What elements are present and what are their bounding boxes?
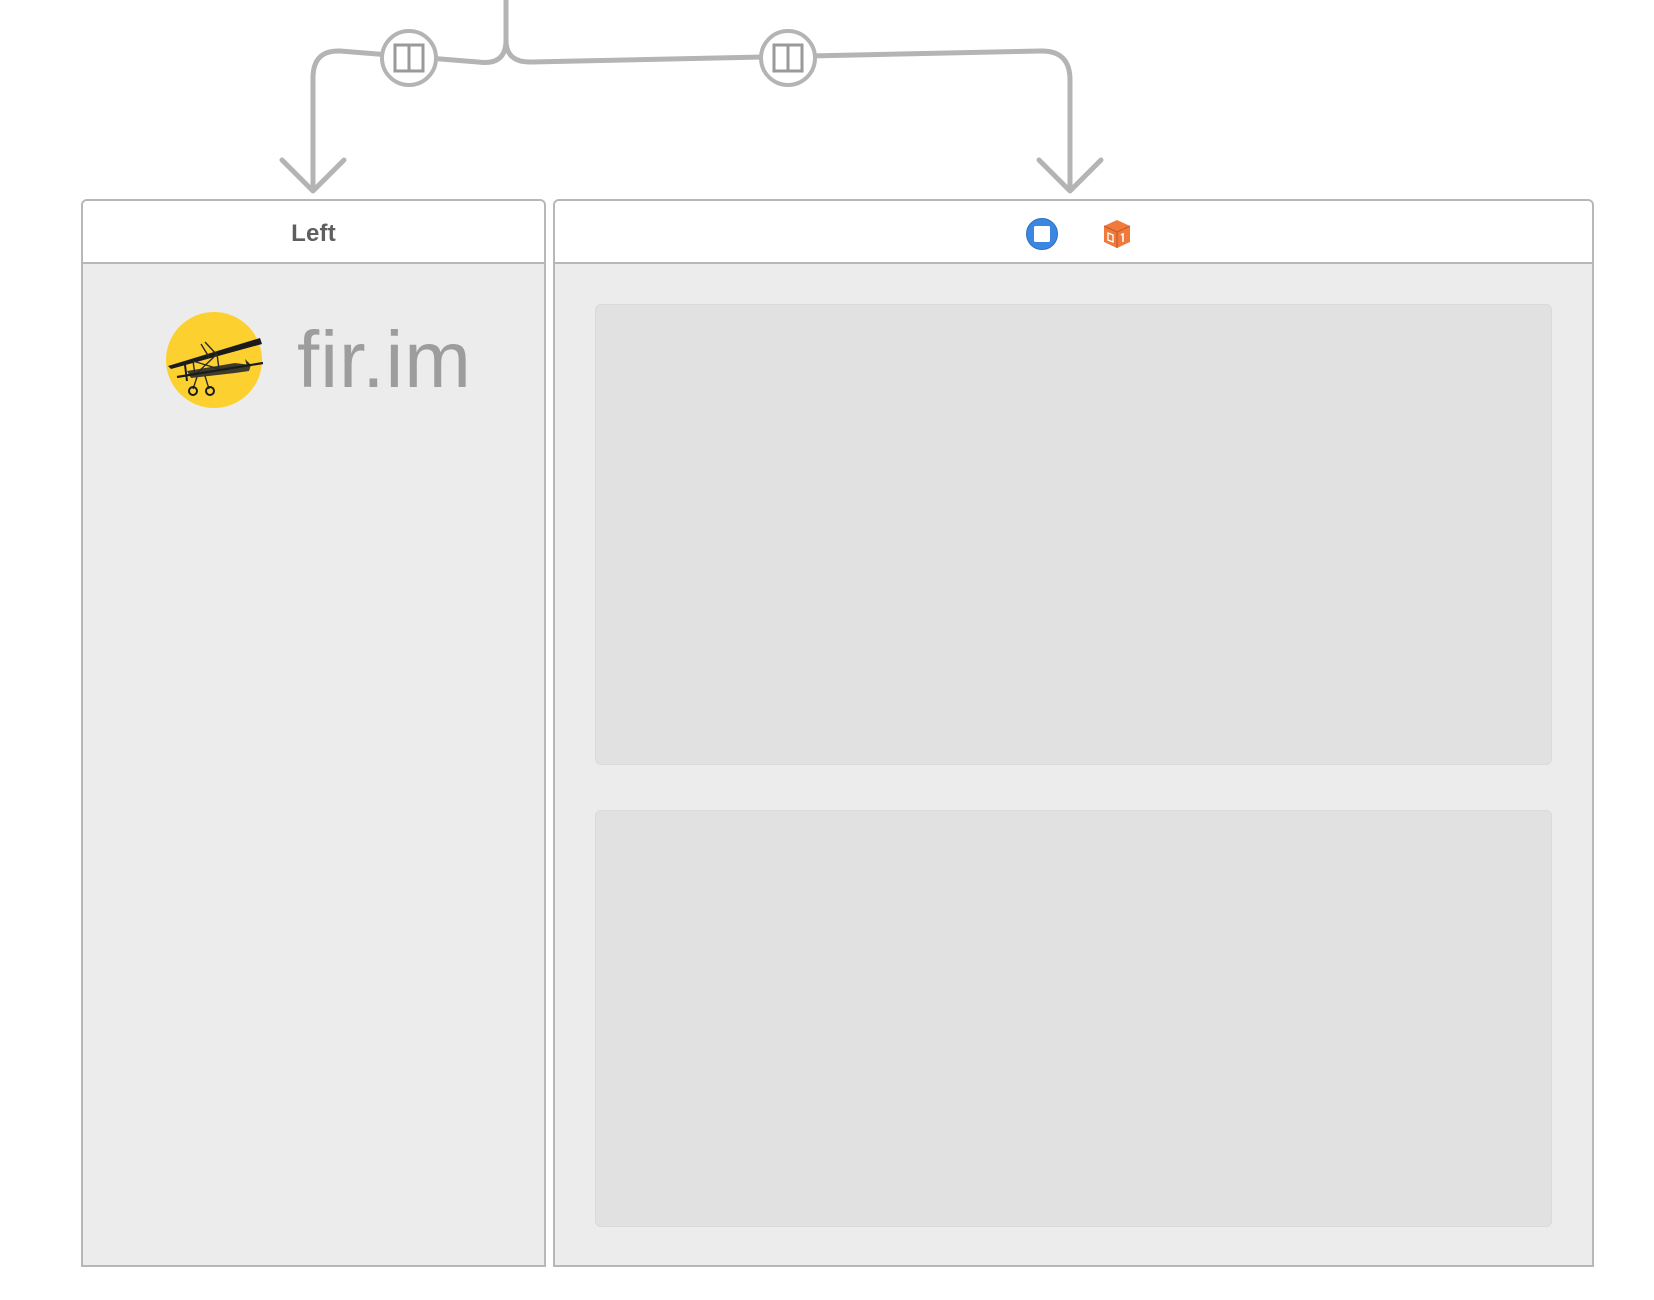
- bottom-container-view[interactable]: [595, 810, 1552, 1227]
- first-responder-cube-icon[interactable]: [1100, 217, 1134, 251]
- split-view-relationship-icon[interactable]: [380, 29, 438, 87]
- fir-im-logo: fir.im: [165, 311, 505, 411]
- left-scene-title: Left: [291, 220, 336, 247]
- right-scene-title-bar[interactable]: [555, 201, 1592, 264]
- view-controller-icon[interactable]: [1025, 217, 1059, 251]
- left-scene[interactable]: Left fir.im: [81, 199, 546, 1267]
- top-container-view[interactable]: [595, 304, 1552, 765]
- biplane-logo-icon: [166, 312, 263, 408]
- left-scene-title-bar[interactable]: Left: [83, 201, 544, 264]
- right-scene[interactable]: [553, 199, 1594, 1267]
- fir-im-wordmark: fir.im: [297, 315, 472, 404]
- split-view-relationship-icon[interactable]: [759, 29, 817, 87]
